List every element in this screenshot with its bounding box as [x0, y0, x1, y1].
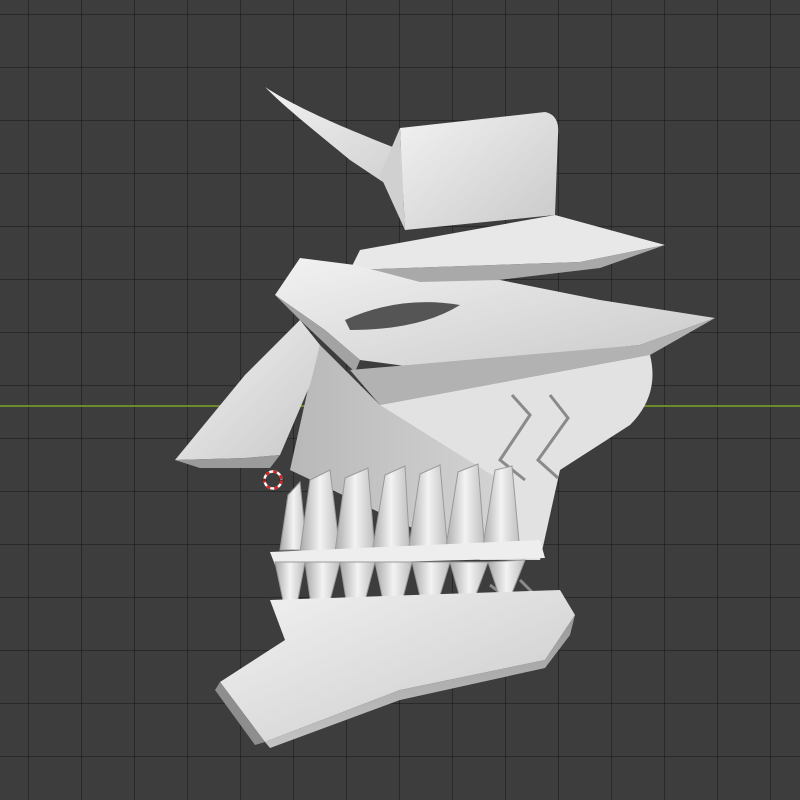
jaw-part: [215, 590, 575, 748]
3d-viewport[interactable]: [0, 0, 800, 800]
hollow-mask-3d-model[interactable]: [0, 0, 800, 800]
3d-cursor-icon[interactable]: [262, 469, 284, 491]
